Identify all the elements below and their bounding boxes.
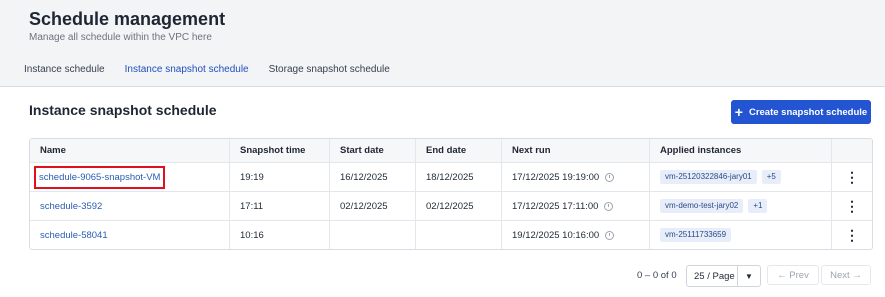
more-actions-icon[interactable]: ⋮	[845, 170, 859, 184]
page-size-value: 25 / Page	[687, 266, 738, 286]
arrow-left-icon: ←	[777, 269, 790, 281]
chevron-down-icon: ▼	[745, 271, 753, 281]
more-actions-icon[interactable]: ⋮	[845, 228, 859, 242]
end-date: 02/12/2025	[416, 192, 502, 220]
column-header-next-run: Next run	[502, 139, 650, 162]
schedule-table: Name Snapshot time Start date End date N…	[29, 138, 873, 250]
end-date	[416, 221, 502, 249]
section-title: Instance snapshot schedule	[29, 102, 217, 118]
column-header-end-date: End date	[416, 139, 502, 162]
plus-icon: +	[734, 104, 743, 120]
column-header-snapshot-time: Snapshot time	[230, 139, 330, 162]
clock-icon	[605, 172, 615, 182]
tab-instance-snapshot-schedule[interactable]: Instance snapshot schedule	[114, 58, 259, 89]
more-actions-icon[interactable]: ⋮	[845, 199, 859, 213]
tab-instance-schedule[interactable]: Instance schedule	[14, 58, 115, 86]
start-date: 02/12/2025	[330, 192, 416, 220]
column-header-start-date: Start date	[330, 139, 416, 162]
page-subtitle: Manage all schedule within the VPC here	[29, 32, 212, 43]
page-size-select[interactable]: 25 / Page ▼	[686, 265, 761, 287]
prev-label: Prev	[789, 269, 809, 281]
page-header: Schedule management Manage all schedule …	[0, 0, 885, 89]
page-title: Schedule management	[29, 9, 226, 29]
end-date: 18/12/2025	[416, 163, 502, 191]
column-header-applied-instances: Applied instances	[650, 139, 832, 162]
next-label: Next	[830, 269, 850, 281]
clock-icon	[604, 201, 614, 211]
column-header-name: Name	[30, 139, 230, 162]
tab-storage-snapshot-schedule[interactable]: Storage snapshot schedule	[259, 58, 400, 86]
schedule-name-link[interactable]: schedule-58041	[40, 230, 108, 241]
main-content: Instance snapshot schedule + Create snap…	[0, 87, 885, 297]
table-row: schedule-58041 10:16 19/12/2025 10:16:00…	[30, 221, 872, 249]
arrow-right-icon: →	[849, 269, 862, 281]
next-run: 17/12/2025 17:11:00	[512, 200, 599, 212]
prev-page-button[interactable]: ← Prev	[767, 265, 819, 285]
instance-chip: vm-25120322846-jary01	[660, 170, 757, 184]
tab-bar: Instance schedule Instance snapshot sche…	[14, 58, 400, 89]
table-row: schedule-3592 17:11 02/12/2025 02/12/202…	[30, 192, 872, 221]
clock-icon	[605, 230, 615, 240]
instance-chip: vm-demo-test-jary02	[660, 199, 744, 213]
start-date	[330, 221, 416, 249]
pagination-count: 0 – 0 of 0	[637, 270, 677, 281]
table-header-row: Name Snapshot time Start date End date N…	[30, 139, 872, 163]
column-header-actions	[832, 139, 872, 162]
snapshot-time: 17:11	[230, 192, 330, 220]
more-instances-chip[interactable]: +5	[761, 170, 781, 184]
pagination: 0 – 0 of 0 25 / Page ▼ ← Prev Next →	[0, 265, 885, 287]
start-date: 16/12/2025	[330, 163, 416, 191]
next-run: 19/12/2025 10:16:00	[512, 229, 600, 241]
snapshot-time: 10:16	[230, 221, 330, 249]
snapshot-time: 19:19	[230, 163, 330, 191]
next-page-button[interactable]: Next →	[821, 265, 871, 285]
schedule-name-link[interactable]: schedule-3592	[40, 201, 102, 212]
more-instances-chip[interactable]: +1	[748, 199, 768, 213]
create-snapshot-schedule-button[interactable]: + Create snapshot schedule	[731, 100, 871, 124]
table-row: schedule-9065-snapshot-VM 19:19 16/12/20…	[30, 163, 872, 192]
next-run: 17/12/2025 19:19:00	[512, 171, 600, 183]
schedule-name-link[interactable]: schedule-9065-snapshot-VM	[33, 165, 166, 189]
instance-chip: vm-25111733659	[660, 228, 732, 242]
create-button-label: Create snapshot schedule	[748, 106, 868, 118]
